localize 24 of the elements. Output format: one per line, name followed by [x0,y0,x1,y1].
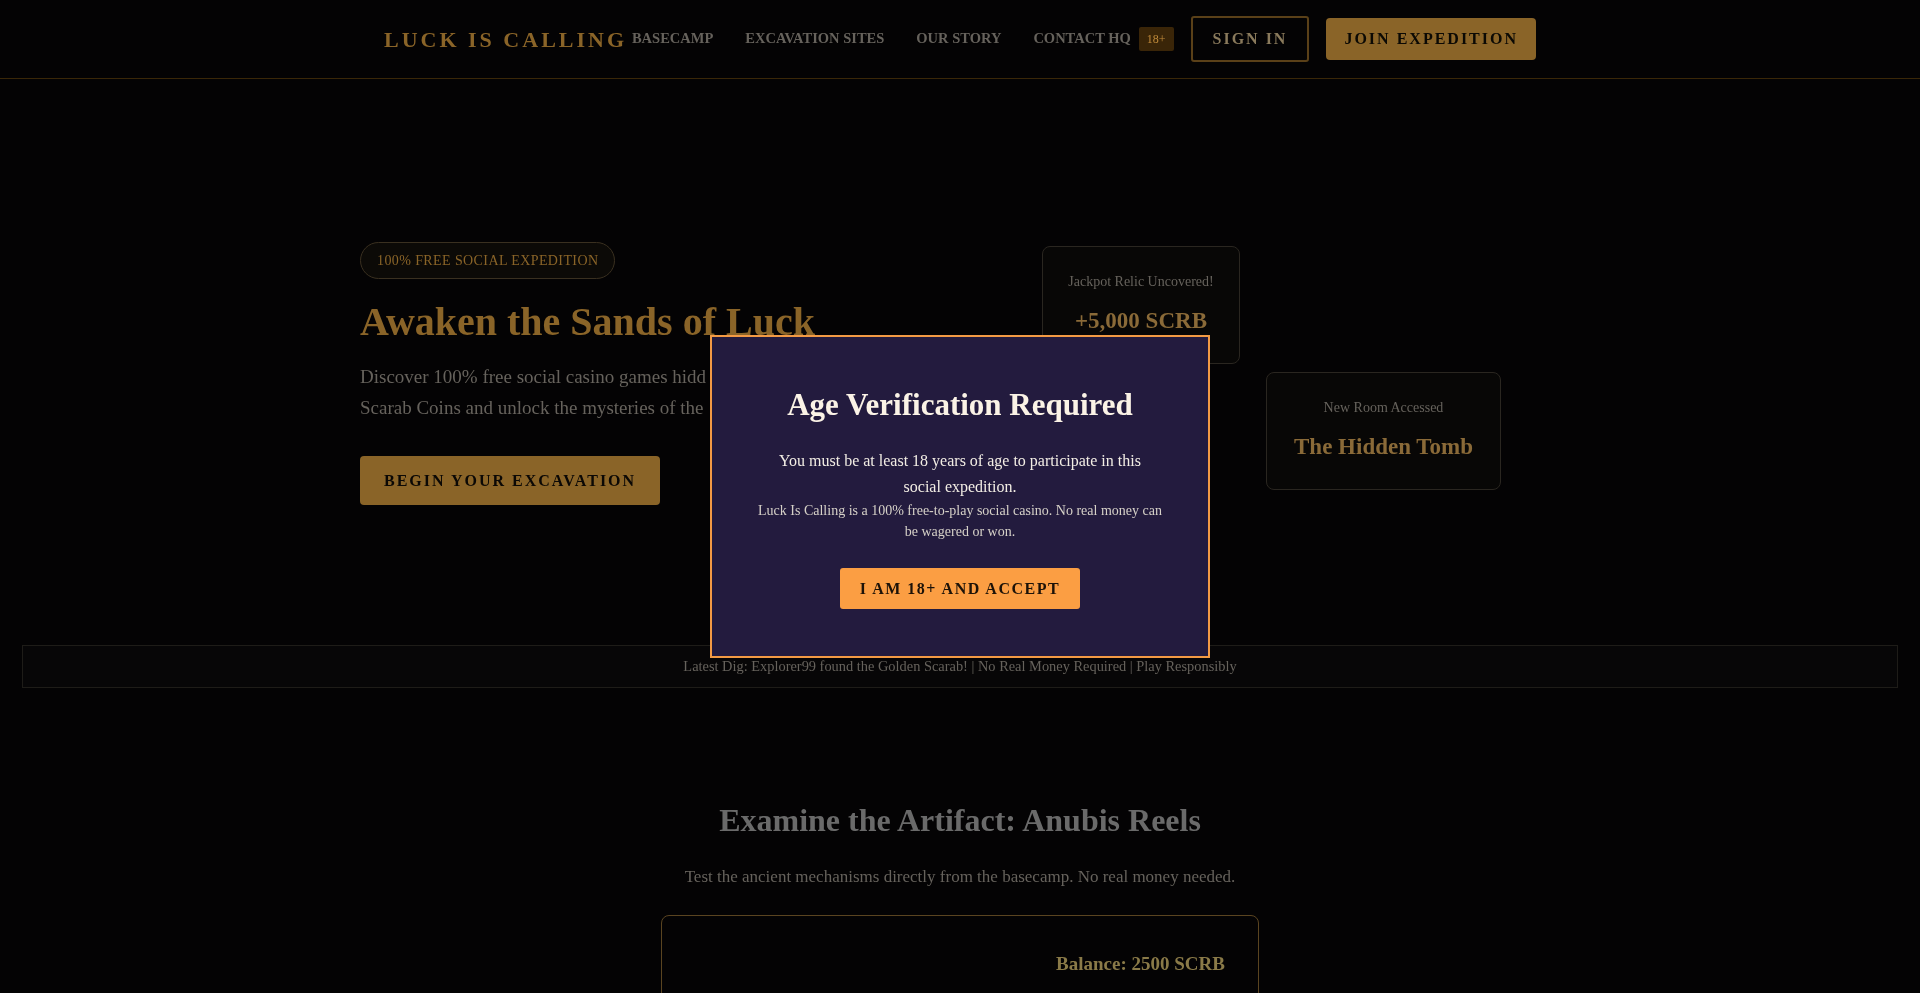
sign-in-button[interactable]: SIGN IN [1190,16,1310,62]
balance-text: Balance: 2500 SCRB [1056,952,1225,976]
nav-link[interactable]: BASECAMP [631,28,714,50]
age-requirement-text: You must be at least 18 years of age to participate in this social expedition. [778,451,1142,498]
accept-age-button[interactable]: I AM 18+ AND ACCEPT [839,568,1081,609]
age-badge: 18+ [1138,27,1174,51]
free-expedition-badge: 100% FREE SOCIAL EXPEDITION [360,242,616,279]
dialog-title: Age Verification Required [787,386,1133,424]
begin-excavation-button[interactable]: BEGIN YOUR EXCAVATION [360,456,661,505]
card-value: The Hidden Tomb [1294,433,1473,462]
section-heading: Examine the Artifact: Anubis Reels [719,801,1201,840]
ticker-text: Latest Dig: Explorer99 found the Golden Scarab! | No Real Money Required | Play Responsibly [683,656,1237,676]
join-expedition-button[interactable]: JOIN EXPEDITION [1326,18,1536,60]
site-logo[interactable]: LUCK IS CALLING [384,22,628,56]
section-subtitle: Test the ancient mechanisms directly from the basecamp. No real money needed. [684,866,1236,888]
card-label: New Room Accessed [1323,399,1444,418]
hero-heading: Awaken the Sands of Luck [360,299,815,345]
nav-link[interactable]: OUR STORY [916,28,1002,50]
nav-link[interactable]: EXCAVATION SITES [745,28,885,50]
card-label: Jackpot Relic Uncovered! [1068,273,1214,292]
nav-link[interactable]: CONTACT HQ [1033,28,1131,50]
disclaimer-text: Luck Is Calling is a 100% free-to-play social casino. No real money can be wagered or won. [757,502,1163,541]
hero-description: Discover 100% free social casino games hidd Scarab Coins and unlock the mysteries of the [360,365,707,420]
card-value: +5,000 SCRB [1075,307,1207,336]
